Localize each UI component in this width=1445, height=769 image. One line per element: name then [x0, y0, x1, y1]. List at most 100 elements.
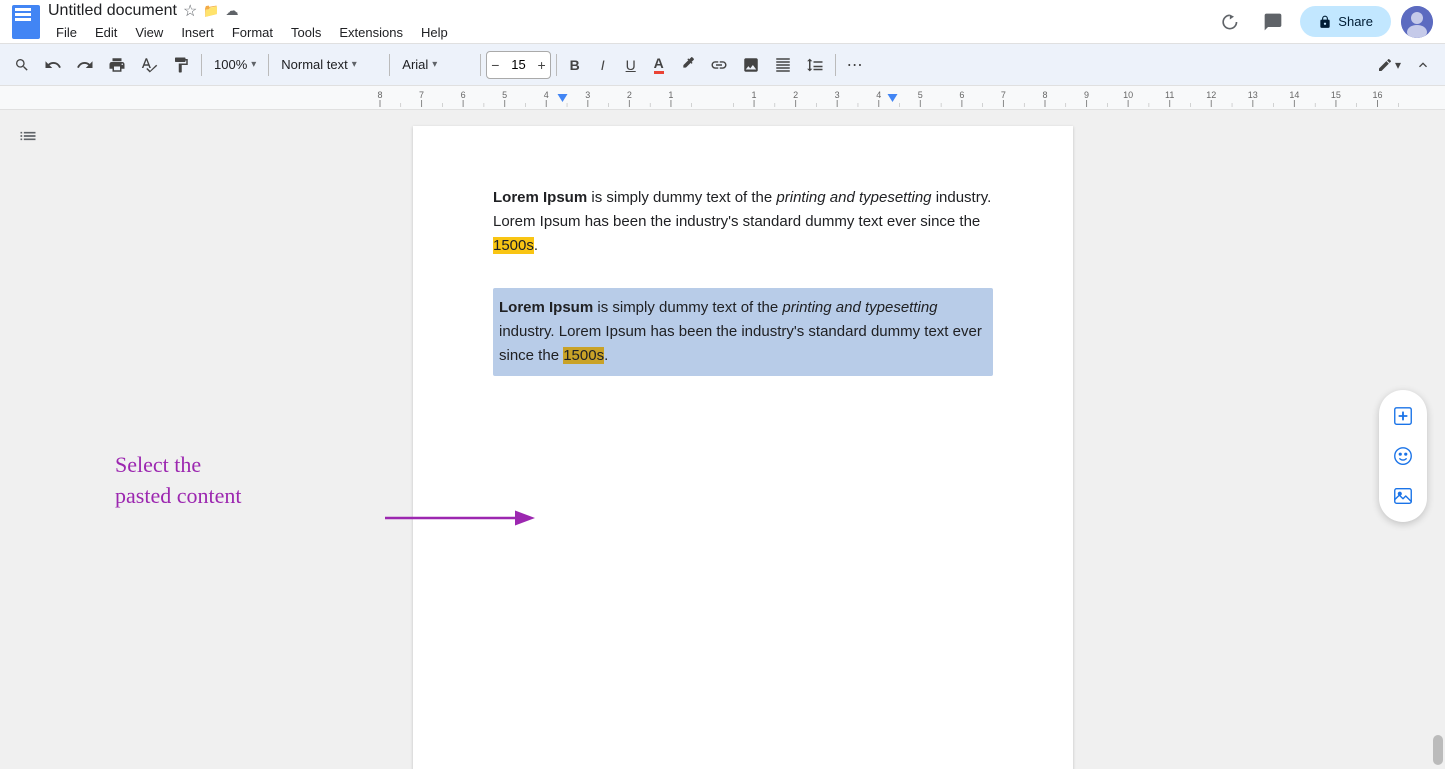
italic-button[interactable]: I: [590, 50, 616, 80]
scrollbar-area[interactable]: [1431, 110, 1445, 769]
italic-label: I: [601, 57, 605, 73]
text-color-button[interactable]: A: [646, 50, 672, 80]
right-controls: Share: [1212, 5, 1433, 39]
font-size-decrease-button[interactable]: −: [487, 52, 503, 78]
svg-text:1: 1: [752, 90, 757, 100]
font-arrow-icon: ▾: [432, 59, 437, 70]
svg-text:12: 12: [1206, 90, 1216, 100]
print-button[interactable]: [102, 50, 132, 80]
editing-mode-button[interactable]: ▾: [1371, 50, 1407, 80]
svg-text:8: 8: [1042, 90, 1047, 100]
svg-text:3: 3: [835, 90, 840, 100]
menu-extensions[interactable]: Extensions: [331, 23, 411, 42]
svg-text:7: 7: [419, 90, 424, 100]
folder-icon[interactable]: 📁: [203, 3, 219, 19]
title-section: Untitled document ☆ 📁 ☁ File Edit View I…: [48, 1, 1212, 42]
font-size-increase-button[interactable]: +: [533, 52, 549, 78]
spellcheck-button[interactable]: [134, 50, 164, 80]
svg-text:2: 2: [627, 90, 632, 100]
menu-edit[interactable]: Edit: [87, 23, 125, 42]
doc-title-row: Untitled document ☆ 📁 ☁: [48, 1, 1212, 21]
insert-image-button[interactable]: [736, 50, 766, 80]
second-para-highlight: 1500s: [563, 347, 604, 364]
menu-file[interactable]: File: [48, 23, 85, 42]
separator-1: [201, 54, 202, 76]
style-label: Normal text: [281, 57, 347, 72]
comments-button[interactable]: [1256, 5, 1290, 39]
svg-text:4: 4: [544, 90, 549, 100]
page-container[interactable]: Lorem Ipsum is simply dummy text of the …: [55, 110, 1431, 769]
zoom-dropdown[interactable]: 100% ▾: [207, 50, 263, 80]
separator-3: [389, 54, 390, 76]
link-button[interactable]: [704, 50, 734, 80]
svg-text:5: 5: [918, 90, 923, 100]
first-para-bold: Lorem Ipsum: [493, 189, 587, 206]
highlight-button[interactable]: [674, 50, 702, 80]
annotation-text: Select the pasted content: [115, 450, 241, 512]
menu-bar: File Edit View Insert Format Tools Exten…: [48, 23, 1212, 42]
toolbar: 100% ▾ Normal text ▾ Arial ▾ − + B I U A: [0, 44, 1445, 86]
paint-format-button[interactable]: [166, 50, 196, 80]
doc-title[interactable]: Untitled document: [48, 2, 177, 20]
collapse-toolbar-button[interactable]: [1409, 50, 1437, 80]
svg-text:3: 3: [585, 90, 590, 100]
second-para-bold: Lorem Ipsum: [499, 299, 593, 316]
separator-2: [268, 54, 269, 76]
menu-format[interactable]: Format: [224, 23, 281, 42]
second-para-text1: is simply dummy text of the: [593, 299, 782, 316]
right-action-panel: [1379, 390, 1427, 522]
underline-button[interactable]: U: [618, 50, 644, 80]
first-paragraph: Lorem Ipsum is simply dummy text of the …: [493, 186, 993, 258]
menu-view[interactable]: View: [127, 23, 171, 42]
font-size-input[interactable]: [503, 57, 533, 72]
svg-text:5: 5: [502, 90, 507, 100]
outline-icon[interactable]: [18, 126, 38, 151]
separator-6: [835, 54, 836, 76]
add-action-button[interactable]: [1385, 398, 1421, 434]
font-dropdown[interactable]: Arial ▾: [395, 50, 475, 80]
more-options-button[interactable]: ⋯: [841, 50, 870, 80]
first-para-text1: is simply dummy text of the: [587, 189, 776, 206]
style-dropdown[interactable]: Normal text ▾: [274, 50, 384, 80]
avatar[interactable]: [1401, 6, 1433, 38]
svg-text:10: 10: [1123, 90, 1133, 100]
share-button[interactable]: Share: [1300, 6, 1391, 37]
svg-text:15: 15: [1331, 90, 1341, 100]
font-size-box: − +: [486, 51, 550, 79]
docs-logo-icon: [12, 5, 40, 39]
line-spacing-button[interactable]: [800, 50, 830, 80]
svg-text:14: 14: [1289, 90, 1299, 100]
menu-help[interactable]: Help: [413, 23, 456, 42]
ruler-ticks: 8765432112345678910111213141516: [0, 86, 1445, 107]
history-button[interactable]: [1212, 5, 1246, 39]
left-panel: [0, 110, 55, 769]
star-icon[interactable]: ☆: [183, 1, 197, 21]
selected-paragraph[interactable]: Lorem Ipsum is simply dummy text of the …: [493, 288, 993, 376]
first-para-end: .: [534, 237, 538, 254]
main-area: Lorem Ipsum is simply dummy text of the …: [0, 110, 1445, 769]
svg-text:9: 9: [1084, 90, 1089, 100]
separator-5: [556, 54, 557, 76]
svg-text:11: 11: [1165, 90, 1174, 100]
second-para-italic: printing and typesetting: [782, 299, 937, 316]
align-button[interactable]: [768, 50, 798, 80]
image-action-button[interactable]: [1385, 478, 1421, 514]
menu-tools[interactable]: Tools: [283, 23, 329, 42]
svg-text:16: 16: [1372, 90, 1382, 100]
annotation-line1: Select the: [115, 450, 241, 481]
first-para-italic: printing and typesetting: [776, 189, 931, 206]
svg-text:2: 2: [793, 90, 798, 100]
bold-button[interactable]: B: [562, 50, 588, 80]
cloud-status-icon: ☁: [226, 3, 239, 19]
redo-button[interactable]: [70, 50, 100, 80]
menu-insert[interactable]: Insert: [173, 23, 222, 42]
search-button[interactable]: [8, 50, 36, 80]
svg-text:4: 4: [876, 90, 881, 100]
document-page: Lorem Ipsum is simply dummy text of the …: [413, 126, 1073, 769]
bold-label: B: [570, 57, 580, 73]
annotation-line2: pasted content: [115, 481, 241, 512]
undo-button[interactable]: [38, 50, 68, 80]
zoom-value: 100%: [214, 57, 247, 72]
emoji-action-button[interactable]: [1385, 438, 1421, 474]
scroll-thumb[interactable]: [1433, 735, 1443, 765]
